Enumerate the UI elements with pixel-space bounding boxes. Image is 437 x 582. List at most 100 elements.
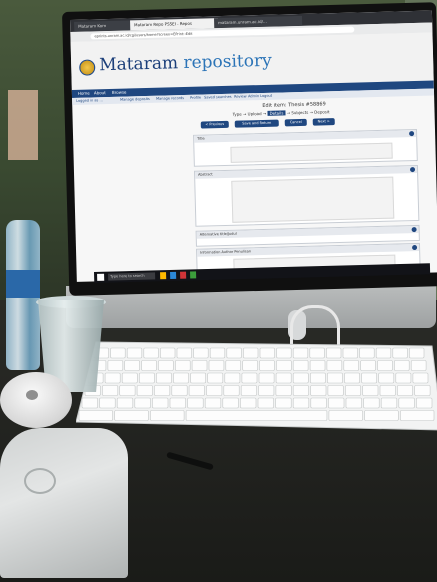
keyboard-key bbox=[292, 360, 309, 371]
keyboard-key bbox=[160, 347, 176, 359]
keyboard-key bbox=[226, 347, 242, 359]
windows-start-icon[interactable] bbox=[97, 273, 105, 281]
keyboard-key bbox=[190, 372, 206, 384]
keyboard-key bbox=[99, 397, 116, 409]
keyboard-key bbox=[377, 360, 393, 371]
keyboard-key bbox=[188, 385, 205, 396]
keyboard-key bbox=[276, 347, 292, 359]
title-panel: Title bbox=[193, 128, 418, 167]
keyboard-key bbox=[173, 372, 189, 384]
keyboard-key bbox=[143, 347, 159, 359]
next-button[interactable]: Next > bbox=[312, 118, 335, 126]
keyboard-key bbox=[126, 347, 143, 359]
abstract-field[interactable] bbox=[231, 176, 395, 223]
keyboard-key bbox=[364, 410, 399, 421]
stage-subjects[interactable]: Subjects bbox=[291, 110, 308, 115]
keyboard-key bbox=[275, 385, 292, 396]
help-icon[interactable] bbox=[409, 131, 415, 137]
keyboard-key bbox=[107, 360, 124, 371]
site-title-part1: Mataram bbox=[98, 53, 179, 76]
keyboard-key bbox=[141, 360, 157, 371]
keyboard-key bbox=[292, 397, 310, 409]
keyboard-key bbox=[222, 397, 239, 409]
monitor-screen: Mataram Kom Mataram Repo PSSEI - Repos m… bbox=[70, 10, 437, 282]
keyboard-key bbox=[241, 372, 258, 384]
keyboard-key bbox=[209, 347, 226, 359]
keyboard-key bbox=[81, 397, 98, 409]
keyboard-key bbox=[416, 397, 433, 409]
help-icon[interactable] bbox=[411, 226, 417, 233]
keyboard-key bbox=[193, 347, 209, 359]
keyboard-key bbox=[156, 372, 172, 384]
stage-type[interactable]: Type bbox=[232, 112, 241, 117]
subnav-manage-deposits[interactable]: Manage deposits bbox=[120, 97, 150, 102]
keyboard-key bbox=[138, 372, 155, 384]
keyboard-key bbox=[154, 385, 171, 396]
nav-home[interactable]: Home bbox=[78, 91, 90, 96]
help-icon[interactable] bbox=[412, 244, 418, 251]
keyboard-key bbox=[121, 372, 138, 384]
keyboard-key bbox=[134, 397, 151, 409]
keyboard-key bbox=[399, 410, 435, 421]
keyboard-key bbox=[206, 385, 223, 396]
subnav-manage-records[interactable]: Manage records bbox=[156, 96, 184, 101]
edge-icon[interactable] bbox=[170, 271, 177, 280]
keyboard-key bbox=[362, 385, 379, 396]
cancel-button[interactable]: Cancel bbox=[284, 118, 307, 127]
keyboard-key bbox=[393, 360, 410, 371]
keyboard-key bbox=[309, 347, 325, 359]
subnav-saved-searches[interactable]: Saved searches bbox=[204, 95, 232, 100]
keyboard-key bbox=[240, 397, 257, 409]
keyboard-key bbox=[343, 360, 359, 371]
keyboard-key bbox=[292, 347, 309, 359]
keyboard-key bbox=[158, 360, 174, 371]
stage-details[interactable]: Details bbox=[267, 110, 286, 116]
keyboard-key bbox=[185, 410, 328, 421]
previous-button[interactable]: < Previous bbox=[200, 120, 229, 129]
form-title: Edit item: Thesis #58869 bbox=[262, 101, 326, 109]
nav-browse[interactable]: Browse bbox=[112, 90, 127, 95]
site-title-part2: repository bbox=[177, 50, 272, 74]
keyboard-key bbox=[309, 360, 326, 371]
keyboard-key bbox=[258, 372, 275, 384]
keyboard-key bbox=[326, 347, 342, 359]
title-field[interactable] bbox=[230, 142, 393, 163]
keyboard-key bbox=[171, 385, 188, 396]
save-and-return-button[interactable]: Save and Return bbox=[234, 119, 279, 128]
subnav-review[interactable]: Review bbox=[234, 94, 247, 98]
chrome-icon[interactable] bbox=[180, 271, 187, 279]
keyboard-key bbox=[207, 372, 224, 384]
keyboard-key bbox=[78, 410, 114, 421]
keyboard-key bbox=[258, 385, 275, 396]
subnav-logout[interactable]: Logout bbox=[260, 94, 272, 98]
keyboard-key bbox=[116, 397, 134, 409]
keyboard-key bbox=[243, 347, 259, 359]
keyboard-key bbox=[175, 360, 191, 371]
keyboard-key bbox=[327, 372, 343, 384]
keyboard-key bbox=[292, 385, 309, 396]
subnav-admin[interactable]: Admin bbox=[248, 94, 259, 98]
cd-case bbox=[0, 428, 128, 578]
app-icon[interactable] bbox=[190, 271, 197, 279]
keyboard bbox=[76, 338, 437, 432]
keyboard-key bbox=[292, 372, 309, 384]
keyboard-key bbox=[310, 397, 327, 409]
keyboard-key bbox=[412, 372, 429, 384]
taskbar-search[interactable]: Type here to search bbox=[108, 272, 156, 281]
keyboard-key bbox=[328, 397, 345, 409]
keyboard-key bbox=[191, 360, 208, 371]
file-explorer-icon[interactable] bbox=[160, 272, 167, 280]
keyboard-key bbox=[176, 347, 192, 359]
keyboard-key bbox=[345, 397, 362, 409]
stage-deposit[interactable]: Deposit bbox=[314, 109, 329, 114]
stage-upload[interactable]: Upload bbox=[248, 111, 262, 116]
keyboard-key bbox=[409, 347, 425, 359]
keyboard-key bbox=[225, 360, 242, 371]
site-title[interactable]: Mataram repository bbox=[99, 51, 272, 76]
nav-about[interactable]: About bbox=[94, 90, 106, 95]
keyboard-key bbox=[204, 397, 222, 409]
keyboard-key bbox=[223, 385, 240, 396]
subnav-profile[interactable]: Profile bbox=[190, 96, 201, 100]
keyboard-key bbox=[257, 397, 274, 409]
keyboard-key bbox=[344, 385, 361, 396]
